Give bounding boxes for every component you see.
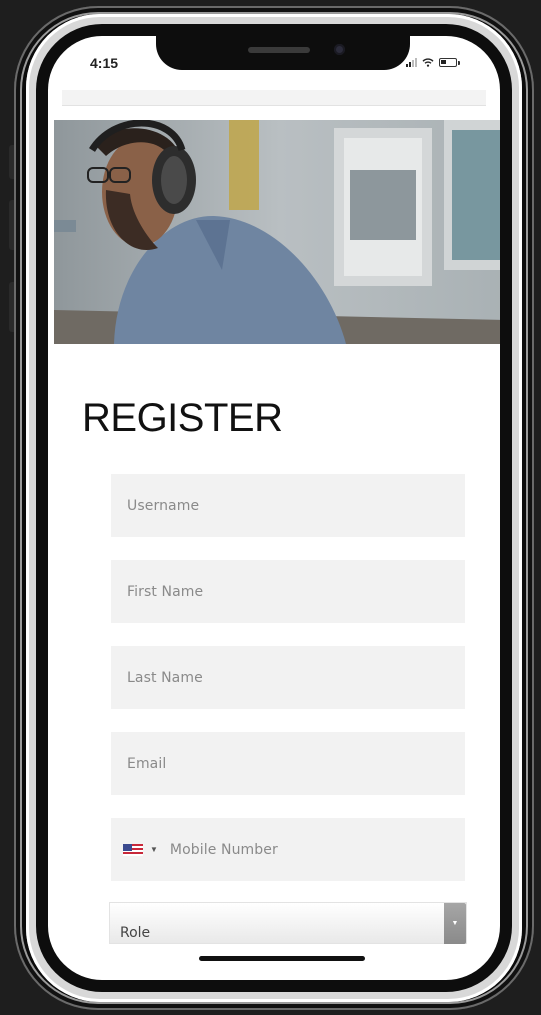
role-select[interactable]: Role ▼	[109, 902, 467, 944]
mobile-number-placeholder: Mobile Number	[169, 841, 278, 858]
us-flag-icon[interactable]	[123, 843, 143, 856]
battery-icon	[439, 58, 457, 67]
speaker-grille	[248, 47, 310, 53]
status-icons	[406, 58, 460, 67]
cellular-signal-icon	[406, 58, 417, 67]
mobile-number-field[interactable]: ▼ Mobile Number	[111, 818, 465, 881]
hero-image	[54, 120, 500, 344]
phone-screen: 4:15 REGISTER Username First Name Last N…	[48, 36, 500, 980]
wifi-icon	[422, 58, 434, 67]
chevron-down-icon[interactable]: ▼	[150, 845, 158, 854]
email-field[interactable]: Email	[111, 732, 465, 795]
notch	[156, 36, 410, 70]
hero-photo	[54, 120, 500, 344]
front-camera	[334, 44, 345, 55]
page-title: REGISTER	[82, 396, 283, 440]
first-name-field[interactable]: First Name	[111, 560, 465, 623]
last-name-placeholder: Last Name	[127, 669, 203, 686]
home-indicator[interactable]	[199, 956, 365, 961]
username-placeholder: Username	[127, 497, 200, 514]
dropdown-arrow-icon[interactable]: ▼	[444, 903, 466, 944]
status-time: 4:15	[90, 55, 119, 71]
email-placeholder: Email	[127, 755, 167, 772]
battery-tip	[458, 60, 460, 65]
role-label: Role	[120, 925, 151, 941]
stage: 4:15 REGISTER Username First Name Last N…	[0, 0, 541, 1015]
browser-bar	[62, 90, 486, 106]
last-name-field[interactable]: Last Name	[111, 646, 465, 709]
first-name-placeholder: First Name	[127, 583, 204, 600]
username-field[interactable]: Username	[111, 474, 465, 537]
